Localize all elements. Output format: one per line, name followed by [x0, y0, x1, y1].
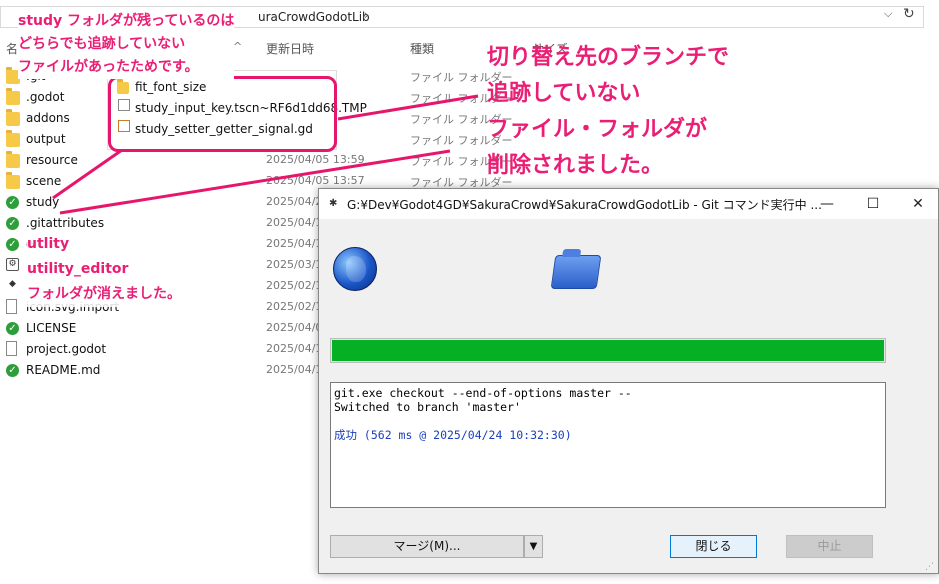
- resize-grip-icon[interactable]: ⋰: [925, 562, 934, 572]
- log-line: git.exe checkout --end-of-options master…: [334, 386, 632, 400]
- globe-icon: [333, 247, 377, 291]
- annotation-line: フォルダが消えました。: [27, 286, 181, 302]
- close-button[interactable]: 閉じる: [670, 535, 757, 558]
- maximize-button[interactable]: ☐: [853, 189, 893, 219]
- folder-animation-icon: [550, 255, 602, 289]
- annotation-line: study フォルダが残っているのは: [18, 13, 235, 29]
- annotation-line: 切り替え先のブランチで: [487, 45, 730, 70]
- annotation-line: 削除されました。: [487, 153, 664, 178]
- annotation-line: ファイル・フォルダが: [487, 117, 708, 142]
- annotation-line: ファイルがあったためです。: [18, 59, 199, 75]
- pointer-line: [337, 94, 479, 121]
- progress-fill: [332, 340, 884, 361]
- progress-bar: [330, 338, 886, 363]
- annotation-line: utility_editor: [27, 261, 129, 277]
- tortoisegit-icon: ✱: [329, 198, 338, 209]
- log-result: 成功 (562 ms @ 2025/04/24 10:32:30): [334, 428, 572, 442]
- minimize-button[interactable]: —: [807, 189, 847, 219]
- merge-dropdown-icon[interactable]: ▼: [524, 535, 543, 558]
- annotation-line: utlity: [27, 236, 70, 252]
- dialog-titlebar[interactable]: ✱ G:¥Dev¥Godot4GD¥SakuraCrowd¥SakuraCrow…: [319, 189, 938, 219]
- dialog-title: G:¥Dev¥Godot4GD¥SakuraCrowd¥SakuraCrowdG…: [347, 198, 822, 212]
- pointer-line: [52, 148, 123, 200]
- annotation-left-bottom: utlity utility_editor フォルダが消えました。: [27, 232, 181, 307]
- command-log[interactable]: git.exe checkout --end-of-options master…: [330, 382, 886, 508]
- git-command-dialog: ✱ G:¥Dev¥Godot4GD¥SakuraCrowd¥SakuraCrow…: [318, 188, 939, 574]
- abort-button[interactable]: 中止: [786, 535, 873, 558]
- annotation-line: 追跡していない: [487, 81, 641, 106]
- annotation-right: 切り替え先のブランチで 追跡していない ファイル・フォルダが 削除されました。: [487, 40, 729, 184]
- close-window-button[interactable]: ✕: [898, 189, 938, 219]
- annotation-line: どちらでも追跡していない: [18, 36, 186, 52]
- log-line: Switched to branch 'master': [334, 400, 521, 414]
- annotation-left-top: study フォルダが残っているのは どちらでも追跡していない ファイルがあった…: [18, 10, 235, 79]
- merge-button[interactable]: マージ(M)...: [330, 535, 524, 558]
